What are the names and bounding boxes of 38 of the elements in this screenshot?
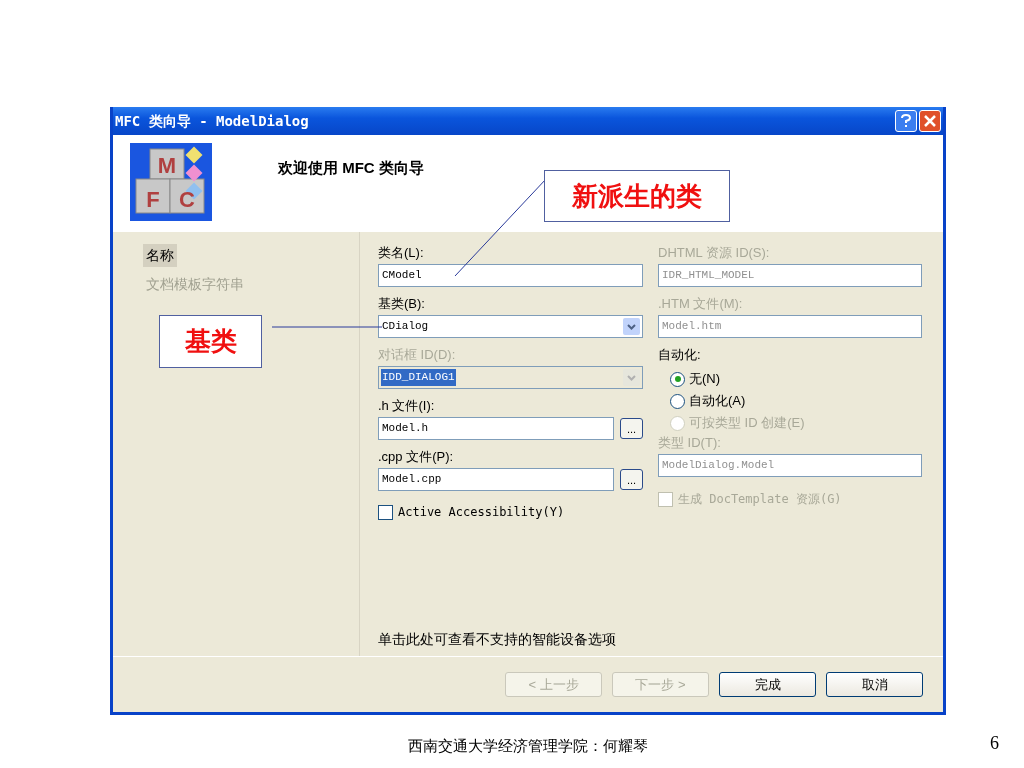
text-field[interactable]: CModel bbox=[378, 264, 643, 287]
radio-label: 自动化(A) bbox=[689, 392, 746, 411]
browse-button[interactable]: ... bbox=[620, 418, 643, 439]
radio-label: 可按类型 ID 创建(E) bbox=[689, 414, 805, 433]
slide-footer: 西南交通大学经济管理学院：何耀琴 bbox=[408, 735, 648, 758]
field-label: 基类(B): bbox=[378, 295, 426, 313]
help-icon bbox=[901, 114, 911, 128]
wizard-button[interactable]: 完成 bbox=[719, 672, 816, 697]
close-button[interactable] bbox=[919, 110, 941, 132]
checkbox-label: Active Accessibility(Y) bbox=[398, 504, 565, 521]
callout-box: 新派生的类 bbox=[544, 170, 730, 222]
text-field[interactable]: Model.h bbox=[378, 417, 614, 440]
radio-button[interactable] bbox=[670, 371, 685, 387]
wizard-heading: 欢迎使用 MFC 类向导 bbox=[278, 158, 424, 178]
radio-button[interactable] bbox=[670, 393, 685, 409]
page-number: 6 bbox=[990, 732, 999, 755]
group-label: 自动化: bbox=[658, 346, 702, 364]
window-title: MFC 类向导 - ModelDialog bbox=[115, 111, 309, 131]
callout-box: 基类 bbox=[159, 315, 262, 368]
browse-button[interactable]: ... bbox=[620, 469, 643, 490]
wizard-button[interactable]: 取消 bbox=[826, 672, 923, 697]
field-label: .cpp 文件(P): bbox=[378, 448, 455, 466]
checkbox-label: 生成 DocTemplate 资源(G) bbox=[678, 491, 842, 508]
field-label: 类名(L): bbox=[378, 244, 425, 262]
checkbox[interactable] bbox=[378, 504, 393, 520]
field-label: .HTM 文件(M): bbox=[658, 295, 744, 313]
field-label: 对话框 ID(D): bbox=[378, 346, 457, 364]
sidebar-item[interactable]: 名称 bbox=[143, 244, 177, 267]
dropdown[interactable]: CDialog bbox=[378, 315, 643, 338]
radio-label: 无(N) bbox=[689, 370, 721, 389]
field-label: .h 文件(I): bbox=[378, 397, 436, 415]
text-field[interactable]: Model.cpp bbox=[378, 468, 614, 491]
help-button[interactable] bbox=[895, 110, 917, 132]
field-label: 类型 ID(T): bbox=[658, 434, 722, 452]
close-icon bbox=[924, 115, 936, 127]
smart-device-link[interactable]: 单击此处可查看不支持的智能设备选项 bbox=[378, 629, 616, 650]
field-label: DHTML 资源 ID(S): bbox=[658, 244, 771, 262]
mfc-logo: M F C bbox=[130, 143, 212, 221]
